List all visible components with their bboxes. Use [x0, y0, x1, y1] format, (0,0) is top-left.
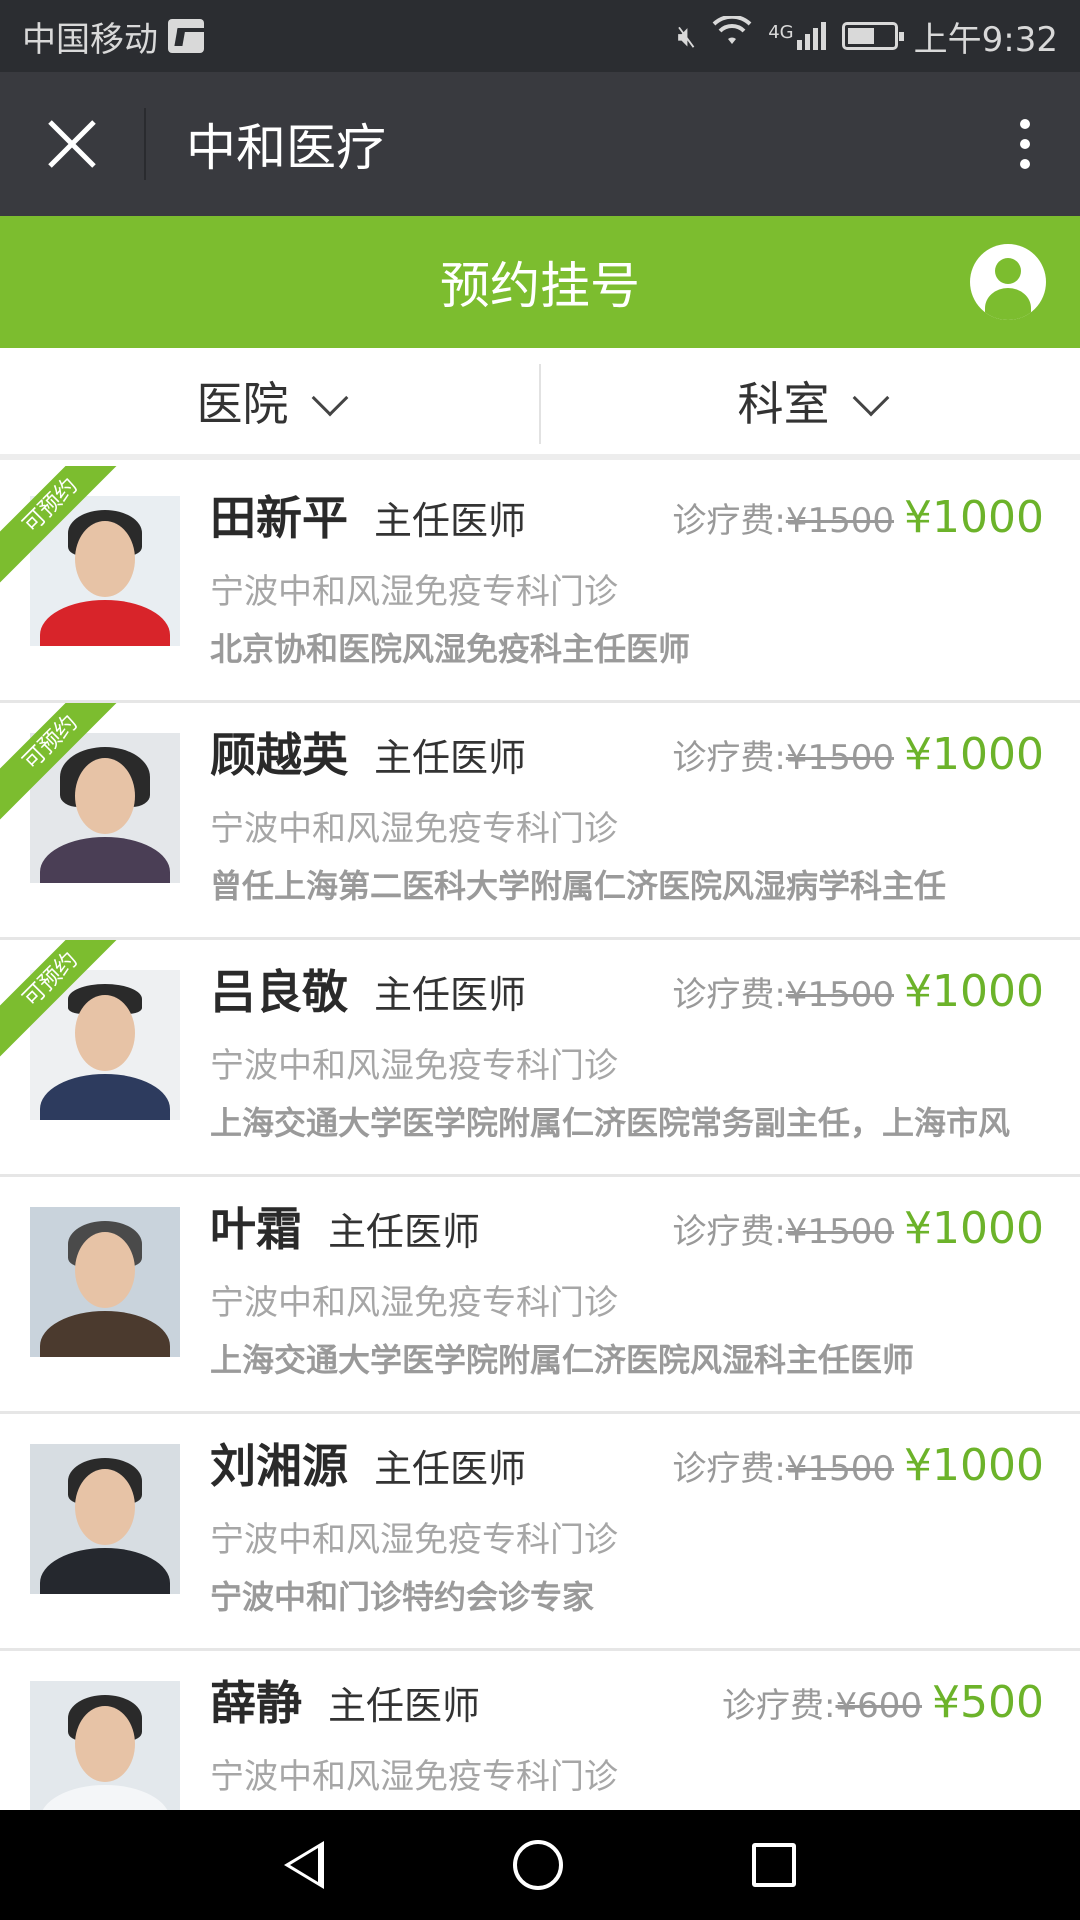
price: ¥1000	[904, 1440, 1044, 1491]
user-icon	[995, 258, 1021, 284]
close-icon	[48, 120, 96, 168]
price: ¥1000	[904, 492, 1044, 543]
doctor-description: 曾任上海第二医科大学附属仁济医院风湿病学科主任	[210, 867, 947, 905]
doctor-name: 田新平 主任医师	[210, 491, 527, 545]
signal-icon: 4G	[768, 22, 826, 50]
close-button[interactable]	[0, 72, 144, 216]
home-icon[interactable]	[512, 1840, 563, 1890]
back-icon[interactable]	[284, 1841, 325, 1889]
filter-hospital-label: 医院	[196, 377, 289, 431]
carrier: 中国移动	[22, 12, 204, 61]
price: ¥500	[932, 1677, 1044, 1728]
filter-bar: 医院 科室	[0, 348, 1080, 460]
doctor-name: 吕良敬 主任医师	[210, 965, 527, 1019]
more-button[interactable]	[970, 72, 1080, 216]
clock: 上午9:32	[913, 19, 1058, 60]
original-price: ¥1500	[785, 1449, 895, 1489]
doctor-card[interactable]: 可预约 吕良敬 主任医师 诊疗费:¥1500 ¥1000 宁波中和风湿免疫专科门诊 …	[0, 940, 1080, 1177]
user-button[interactable]	[970, 244, 1046, 320]
doctor-title: 主任医师	[374, 499, 527, 543]
chevron-down-icon	[852, 379, 889, 417]
doctor-clinic: 宁波中和风湿免疫专科门诊	[210, 1520, 618, 1560]
doctor-description: 上海交通大学医学院附属仁济医院风湿科主任医师	[210, 1341, 915, 1379]
doctor-card[interactable]: 叶霜 主任医师 诊疗费:¥1500 ¥1000 宁波中和风湿免疫专科门诊 上海交通大…	[0, 1177, 1080, 1414]
network-type: 4G	[768, 22, 794, 43]
doctor-clinic: 宁波中和风湿免疫专科门诊	[210, 1283, 618, 1323]
doctor-name: 顾越英 主任医师	[210, 728, 527, 782]
fee: 诊疗费:¥600 ¥500	[722, 1677, 1044, 1728]
price: ¥1000	[904, 729, 1044, 780]
filter-department[interactable]: 科室	[541, 348, 1080, 454]
notification-icon	[168, 19, 204, 53]
fee: 诊疗费:¥1500 ¥1000	[672, 966, 1044, 1017]
doctor-card[interactable]: 可预约 田新平 主任医师 诊疗费:¥1500 ¥1000 宁波中和风湿免疫专科门诊 …	[0, 466, 1080, 703]
doctor-clinic: 宁波中和风湿免疫专科门诊	[210, 572, 618, 612]
doctor-list: 可预约 田新平 主任医师 诊疗费:¥1500 ¥1000 宁波中和风湿免疫专科门诊 …	[0, 466, 1080, 1810]
doctor-title: 主任医师	[328, 1684, 481, 1728]
original-price: ¥1500	[785, 1212, 895, 1252]
doctor-card[interactable]: 薛静 主任医师 诊疗费:¥600 ¥500 宁波中和风湿免疫专科门诊	[0, 1651, 1080, 1810]
doctor-card[interactable]: 可预约 顾越英 主任医师 诊疗费:¥1500 ¥1000 宁波中和风湿免疫专科门诊 …	[0, 703, 1080, 940]
doctor-name: 薛静 主任医师	[210, 1676, 481, 1730]
status-icons: 🔇︎ 4G 上午9:32	[677, 12, 1058, 61]
doctor-photo	[30, 1207, 180, 1357]
doctor-name: 刘湘源 主任医师	[210, 1439, 527, 1493]
doctor-clinic: 宁波中和风湿免疫专科门诊	[210, 809, 618, 849]
filter-department-label: 科室	[737, 377, 830, 431]
system-nav-bar	[0, 1810, 1080, 1920]
doctor-photo	[30, 1681, 180, 1810]
price: ¥1000	[904, 1203, 1044, 1254]
title-bar: 中和医疗	[0, 72, 1080, 216]
doctor-photo	[30, 1444, 180, 1594]
doctor-clinic: 宁波中和风湿免疫专科门诊	[210, 1757, 618, 1797]
filter-hospital[interactable]: 医院	[0, 348, 539, 454]
fee: 诊疗费:¥1500 ¥1000	[672, 1440, 1044, 1491]
original-price: ¥1500	[785, 501, 895, 541]
doctor-title: 主任医师	[374, 1447, 527, 1491]
doctor-title: 主任医师	[374, 736, 527, 780]
doctor-title: 主任医师	[328, 1210, 481, 1254]
doctor-description: 北京协和医院风湿免疫科主任医师	[210, 630, 691, 668]
carrier-name: 中国移动	[22, 19, 158, 60]
original-price: ¥1500	[785, 738, 895, 778]
doctor-card[interactable]: 刘湘源 主任医师 诊疗费:¥1500 ¥1000 宁波中和风湿免疫专科门诊 宁波中和…	[0, 1414, 1080, 1651]
fee: 诊疗费:¥1500 ¥1000	[672, 1203, 1044, 1254]
battery-icon	[841, 22, 904, 50]
original-price: ¥1500	[785, 975, 895, 1015]
page-title: 中和医疗	[186, 119, 386, 177]
recent-apps-icon[interactable]	[751, 1843, 796, 1887]
header-title: 预约挂号	[440, 257, 640, 315]
wifi-icon	[712, 14, 752, 56]
original-price: ¥600	[835, 1686, 923, 1726]
booking-header: 预约挂号	[0, 216, 1080, 348]
doctor-name: 叶霜 主任医师	[210, 1202, 481, 1256]
mute-icon: 🔇︎	[677, 18, 697, 54]
status-bar: 中国移动 🔇︎ 4G 上午9:32	[0, 0, 1080, 72]
doctor-description: 宁波中和门诊特约会诊专家	[210, 1578, 595, 1616]
doctor-title: 主任医师	[374, 973, 527, 1017]
fee: 诊疗费:¥1500 ¥1000	[672, 729, 1044, 780]
doctor-description: 上海交通大学医学院附属仁济医院常务副主任，上海市风	[210, 1104, 1011, 1142]
fee: 诊疗费:¥1500 ¥1000	[672, 492, 1044, 543]
title-divider	[144, 108, 146, 180]
chevron-down-icon	[311, 379, 348, 417]
doctor-clinic: 宁波中和风湿免疫专科门诊	[210, 1046, 618, 1086]
price: ¥1000	[904, 966, 1044, 1017]
more-vertical-icon	[1020, 119, 1030, 129]
